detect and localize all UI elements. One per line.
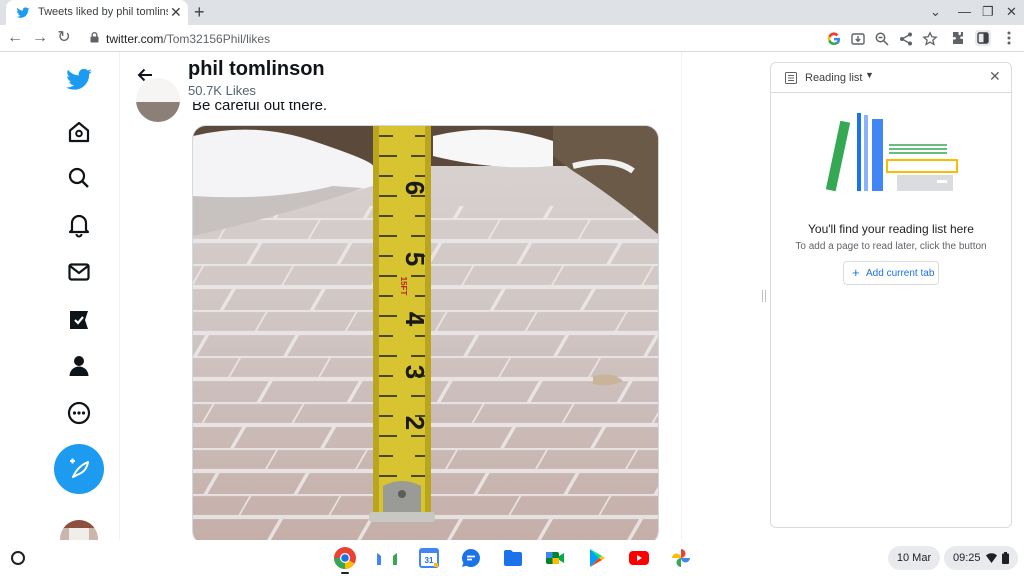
twitter-favicon-icon: [16, 7, 30, 18]
tape-red-mark: 15FT: [399, 277, 408, 296]
tab-search-icon[interactable]: ⌄: [930, 3, 941, 21]
home-icon[interactable]: [66, 119, 92, 145]
tab-title: Tweets liked by phil tomlinson (@: [38, 6, 168, 18]
new-tab-button[interactable]: +: [194, 2, 205, 22]
extensions-icon[interactable]: [950, 30, 966, 46]
gmail-icon[interactable]: [375, 546, 399, 570]
back-arrow-icon[interactable]: [136, 66, 154, 84]
add-current-tab-label: Add current tab: [866, 268, 935, 279]
notifications-icon[interactable]: [66, 212, 92, 238]
side-panel-resize-handle[interactable]: [762, 290, 766, 302]
google-icon[interactable]: [826, 31, 842, 47]
reading-list-panel: Reading list ▼ ✕ You'll find your readin…: [770, 62, 1012, 528]
reading-list-illustration: [825, 113, 958, 192]
add-current-tab-button[interactable]: + Add current tab: [843, 261, 939, 285]
snow-tape-measure-image: 6 5 4 3 2 15FT: [193, 126, 658, 540]
meet-icon[interactable]: [543, 546, 567, 570]
forward-button[interactable]: →: [30, 28, 50, 48]
share-icon[interactable]: [898, 31, 914, 47]
os-shelf: 31 10 Mar 09:25: [0, 540, 1024, 576]
battery-icon: [1002, 552, 1009, 564]
clock: 09:25: [953, 552, 981, 564]
address-bar[interactable]: twitter.com/Tom32156Phil/likes: [80, 27, 944, 50]
chat-icon[interactable]: [459, 546, 483, 570]
browser-tab[interactable]: Tweets liked by phil tomlinson (@ ✕: [6, 0, 188, 25]
wifi-icon: [986, 553, 997, 563]
profile-icon[interactable]: [66, 353, 92, 379]
chrome-icon[interactable]: [333, 546, 357, 570]
url-host: twitter.com: [106, 32, 164, 46]
running-indicator: [341, 572, 349, 574]
timeline: phil tomlinson 50.7K Likes Be careful ou…: [120, 52, 682, 540]
tweet-photo[interactable]: 6 5 4 3 2 15FT: [192, 125, 659, 540]
profile-header: phil tomlinson 50.7K Likes: [120, 52, 681, 102]
close-window-button[interactable]: ✕: [1006, 3, 1017, 21]
panel-header: Reading list ▼ ✕: [771, 63, 1011, 93]
plus-icon: +: [852, 265, 860, 280]
tape-number-6: 6: [400, 181, 430, 195]
files-icon[interactable]: [501, 546, 525, 570]
tape-number-3: 3: [400, 365, 430, 379]
panel-dropdown-icon[interactable]: ▼: [865, 70, 874, 80]
tab-close-icon[interactable]: ✕: [170, 4, 182, 20]
profile-name: phil tomlinson: [188, 58, 325, 80]
svg-text:31: 31: [425, 556, 434, 565]
status-tray[interactable]: 09:25: [944, 546, 1018, 570]
photos-icon[interactable]: [669, 546, 693, 570]
empty-state-heading: You'll find your reading list here: [808, 222, 974, 236]
menu-dots-icon[interactable]: [1001, 30, 1017, 46]
back-button[interactable]: ←: [5, 28, 25, 48]
tab-strip: Tweets liked by phil tomlinson (@ ✕ + ⌄ …: [0, 0, 1024, 25]
verified-icon[interactable]: [66, 307, 92, 333]
play-store-icon[interactable]: [585, 546, 609, 570]
url-text: twitter.com/Tom32156Phil/likes: [106, 32, 270, 46]
panel-title[interactable]: Reading list: [805, 72, 862, 84]
install-app-icon[interactable]: [850, 31, 866, 47]
url-path: /Tom32156Phil/likes: [163, 32, 271, 46]
tape-number-4: 4: [400, 312, 430, 327]
search-icon[interactable]: [66, 165, 92, 191]
zoom-icon[interactable]: [874, 31, 890, 47]
side-panel-icon[interactable]: [975, 30, 991, 46]
twitter-sidebar: [0, 52, 120, 558]
empty-state-subtext: To add a page to read later, click the b…: [795, 241, 987, 252]
calendar-icon[interactable]: 31: [417, 546, 441, 570]
feather-icon: [70, 458, 89, 478]
tape-number-5: 5: [400, 252, 430, 266]
minimize-button[interactable]: —: [958, 3, 971, 21]
date-display[interactable]: 10 Mar: [888, 546, 940, 570]
reload-button[interactable]: ↻: [54, 28, 74, 48]
maximize-button[interactable]: ❐: [982, 3, 994, 21]
twitter-logo-icon[interactable]: [65, 66, 93, 94]
messages-icon[interactable]: [66, 259, 92, 285]
lock-icon: [90, 32, 99, 43]
panel-close-icon[interactable]: ✕: [989, 68, 1001, 85]
youtube-icon[interactable]: [627, 546, 651, 570]
bookmark-star-icon[interactable]: [922, 31, 938, 47]
tape-number-2: 2: [400, 416, 430, 430]
launcher-button[interactable]: [11, 551, 25, 565]
compose-tweet-button[interactable]: [54, 444, 104, 494]
avatar-top: [60, 520, 98, 528]
likes-count: 50.7K Likes: [188, 83, 256, 98]
browser-toolbar: ← → ↻ twitter.com/Tom32156Phil/likes: [0, 25, 1024, 52]
reading-list-icon: [785, 72, 797, 84]
more-icon[interactable]: [66, 400, 92, 426]
